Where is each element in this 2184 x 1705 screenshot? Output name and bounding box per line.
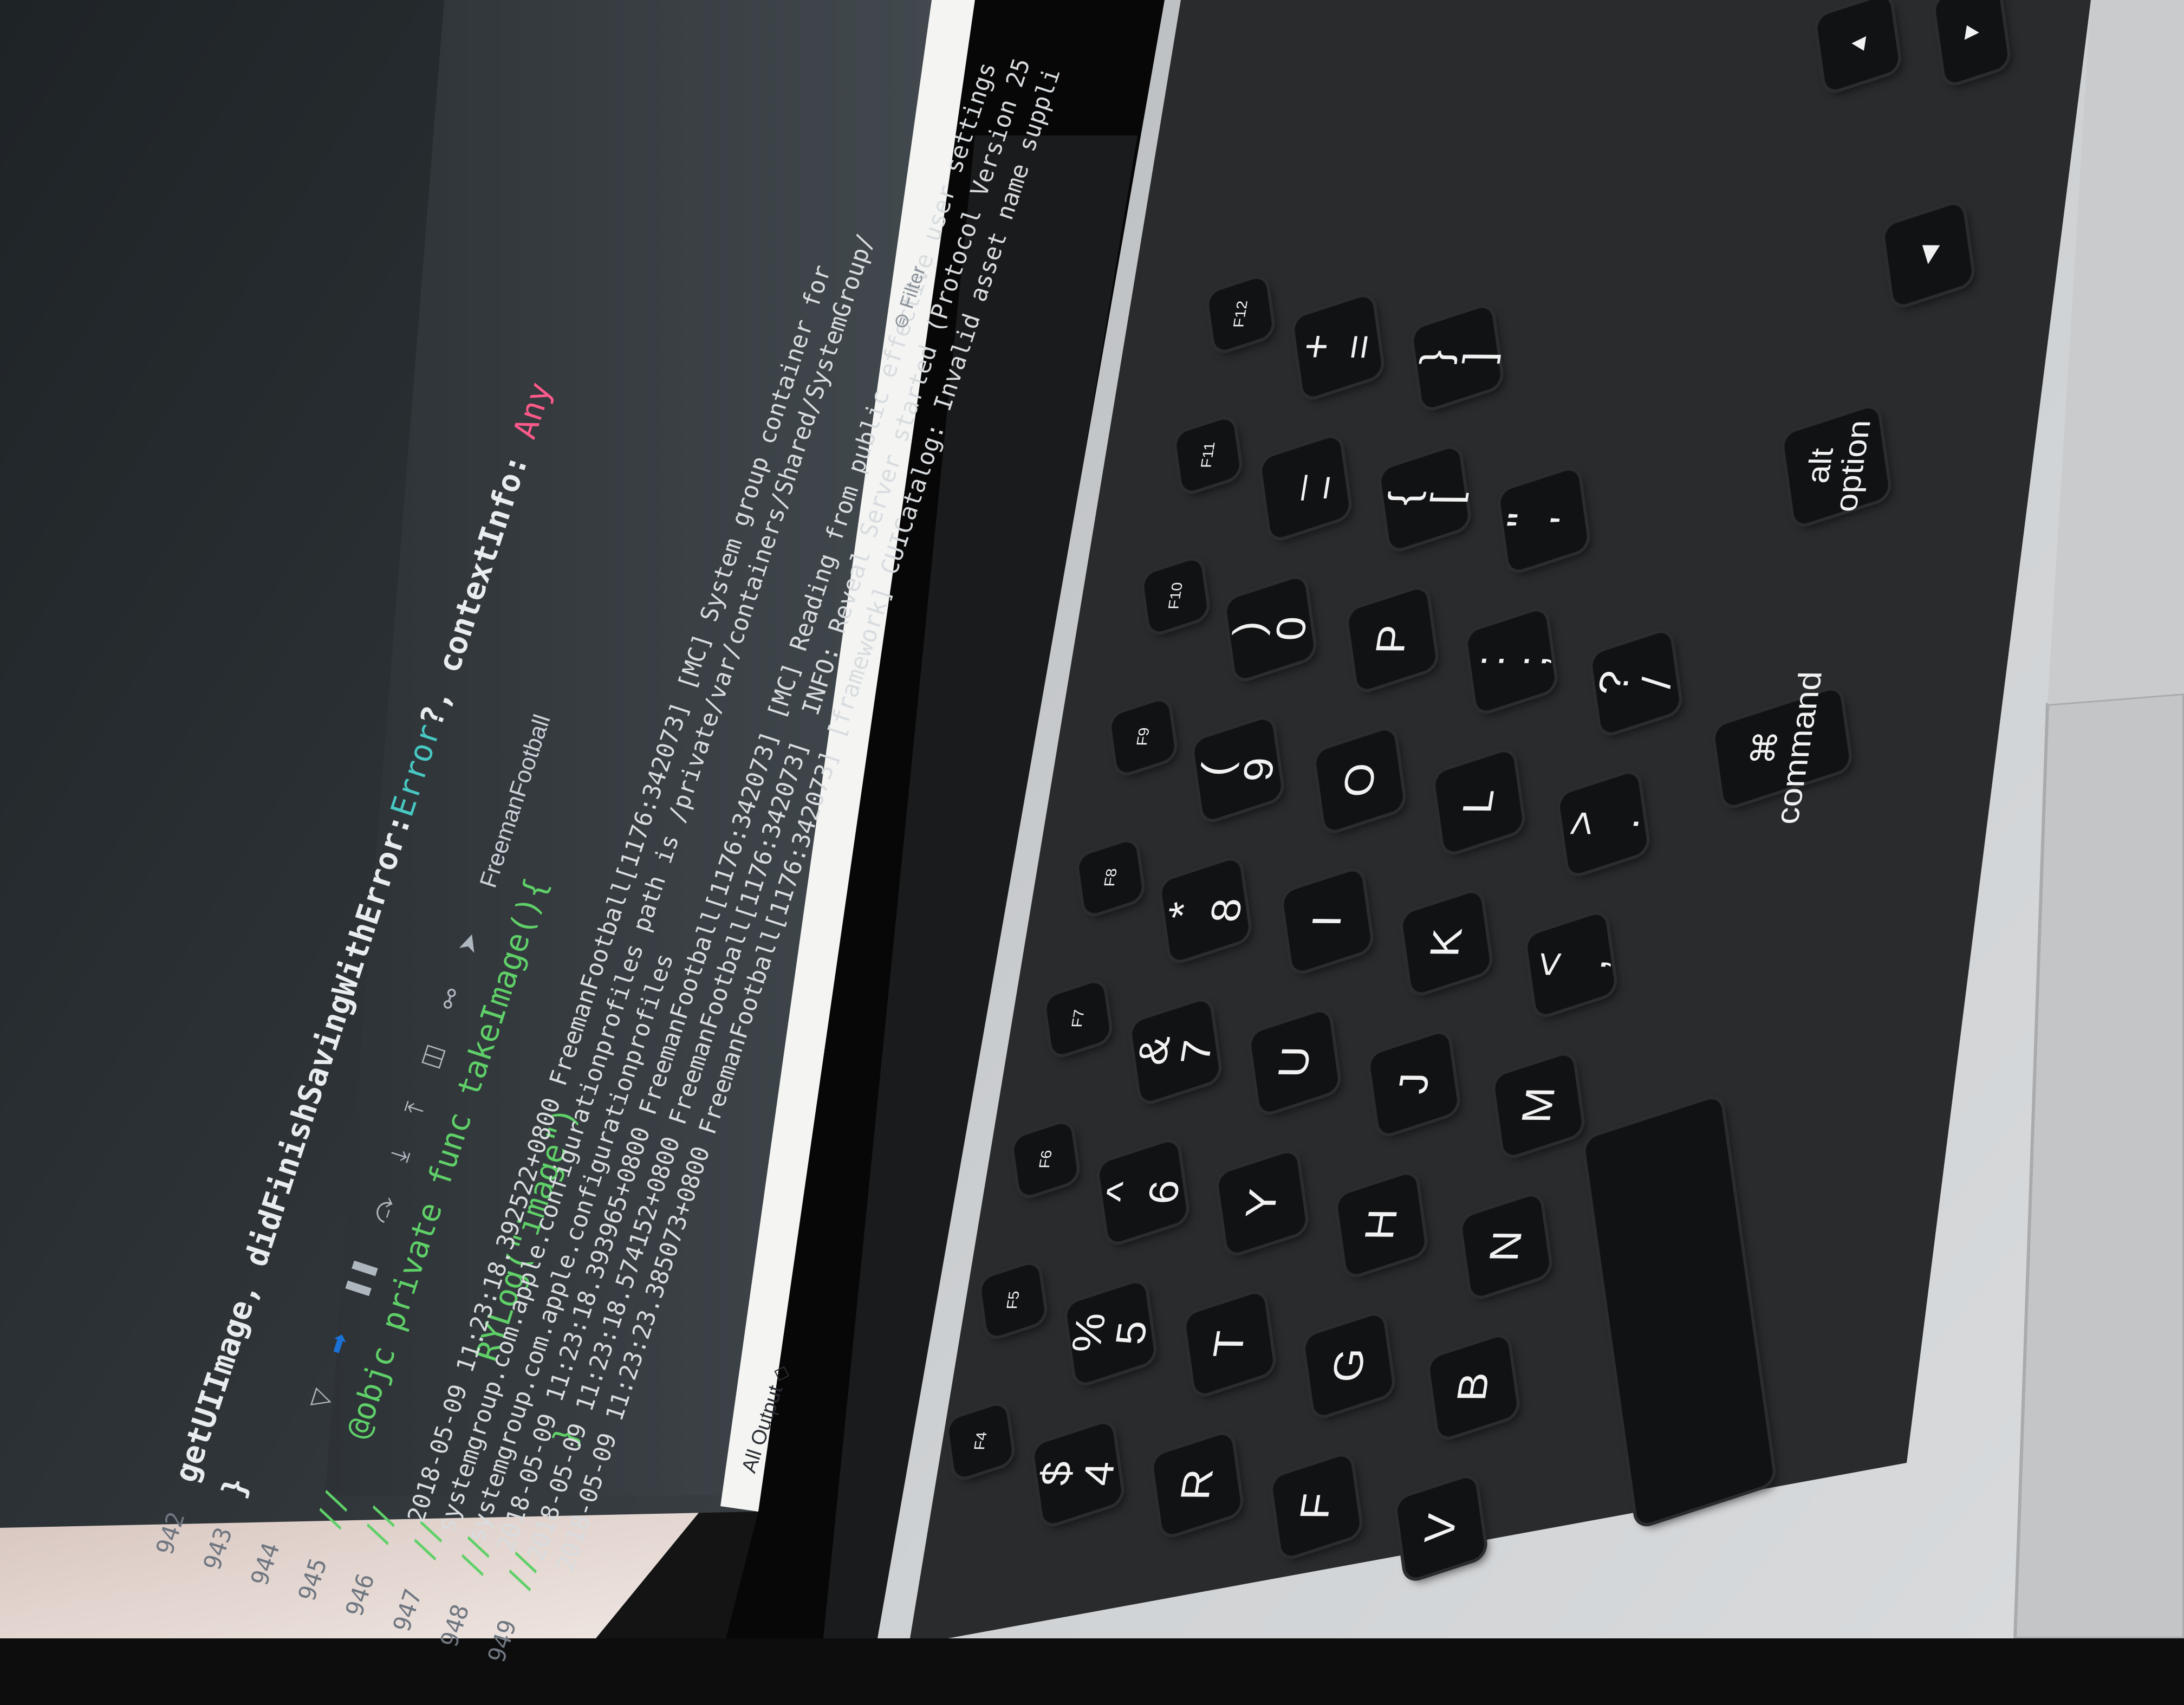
key[interactable]: ▲ xyxy=(1816,0,1900,93)
key[interactable]: : ; xyxy=(1466,608,1556,714)
key-label: $ 4 xyxy=(1031,1461,1124,1487)
key[interactable]: ^ 6 xyxy=(1096,1139,1189,1245)
key[interactable]: ? / xyxy=(1589,630,1681,736)
photo-scene: 942getUIImage, didFinishSavingWithError:… xyxy=(0,0,2184,1666)
key-label: K xyxy=(1420,928,1471,958)
key-label: ( 9 xyxy=(1192,757,1284,782)
key-label: Y xyxy=(1236,1188,1287,1218)
key-label: < , xyxy=(1524,951,1616,977)
key[interactable]: J xyxy=(1369,1030,1459,1137)
key[interactable]: F10 xyxy=(1142,557,1208,635)
key-label: F xyxy=(1290,1492,1341,1520)
key[interactable]: < , xyxy=(1524,911,1616,1017)
key-label: F7 xyxy=(1068,1009,1088,1028)
key[interactable]: O xyxy=(1315,727,1405,833)
key[interactable]: > . xyxy=(1556,770,1648,877)
key-label: F4 xyxy=(971,1431,990,1451)
key-label: ^ 6 xyxy=(1096,1179,1189,1205)
key-label: B xyxy=(1447,1372,1498,1402)
key[interactable]: F7 xyxy=(1045,980,1111,1058)
key[interactable]: { [ xyxy=(1379,445,1470,552)
key[interactable]: " ' xyxy=(1498,467,1589,573)
key[interactable]: } ] xyxy=(1411,304,1502,411)
key[interactable]: $ 4 xyxy=(1031,1421,1124,1527)
key[interactable]: ⌘ command xyxy=(1713,671,1851,825)
key-label: " ' xyxy=(1498,511,1588,528)
key-label: ? / xyxy=(1589,670,1681,695)
key-label: F10 xyxy=(1165,582,1186,610)
key-label: ◀ xyxy=(1914,245,1942,264)
key[interactable]: ) 0 xyxy=(1224,575,1316,682)
key[interactable]: + = xyxy=(1291,294,1384,400)
key-label: } ] xyxy=(1411,349,1502,365)
key-label: L xyxy=(1453,789,1503,814)
key-label: J xyxy=(1388,1072,1438,1095)
key-label: G xyxy=(1322,1348,1374,1383)
key-label: alt option xyxy=(1799,420,1878,513)
key[interactable]: V xyxy=(1396,1475,1486,1581)
key-label: T xyxy=(1204,1330,1254,1358)
key[interactable]: F11 xyxy=(1175,416,1241,494)
key[interactable]: F8 xyxy=(1077,839,1143,917)
laptop-keyboard: $ 4 % 5 ^ 6 & 7 * 8 ( 9 ) 0 _ − + = R T Y U I O P { [ } ]… xyxy=(0,0,2184,1638)
key-label: ⌘ command xyxy=(1744,671,1830,825)
key-label: * 8 xyxy=(1159,898,1251,923)
key-label: _ − xyxy=(1258,475,1351,501)
key[interactable]: F5 xyxy=(980,1261,1046,1339)
key-label: P xyxy=(1366,624,1417,654)
key[interactable]: G xyxy=(1304,1312,1394,1418)
key-label: F8 xyxy=(1101,868,1120,887)
key[interactable]: ( 9 xyxy=(1192,716,1284,822)
key-label: & 7 xyxy=(1128,1036,1221,1066)
key[interactable]: * 8 xyxy=(1159,857,1251,963)
key[interactable]: ▼ xyxy=(1934,0,2010,86)
key[interactable]: ◀ xyxy=(1883,202,1973,308)
key[interactable]: B xyxy=(1428,1334,1518,1440)
key-label: R xyxy=(1171,1468,1223,1501)
key-label: O xyxy=(1333,763,1385,798)
key-label: M xyxy=(1512,1086,1564,1124)
key-label: F12 xyxy=(1230,300,1251,328)
key[interactable]: L xyxy=(1434,749,1524,855)
key-label: I xyxy=(1302,915,1351,928)
key[interactable]: F xyxy=(1271,1453,1361,1559)
key[interactable]: K xyxy=(1401,890,1491,996)
key-label: % 5 xyxy=(1062,1313,1156,1353)
key[interactable]: M xyxy=(1493,1052,1583,1158)
key[interactable]: % 5 xyxy=(1062,1280,1156,1386)
key-label: ▲ xyxy=(1843,31,1873,56)
key[interactable]: H xyxy=(1336,1171,1426,1278)
key[interactable]: I xyxy=(1282,868,1372,974)
key[interactable]: F4 xyxy=(947,1402,1013,1480)
key[interactable]: R xyxy=(1152,1431,1242,1538)
key[interactable]: T xyxy=(1185,1291,1275,1397)
key[interactable]: & 7 xyxy=(1128,998,1221,1104)
key-label: ) 0 xyxy=(1224,616,1316,641)
key[interactable]: U xyxy=(1250,1009,1340,1115)
key[interactable]: alt option xyxy=(1783,405,1890,527)
key-label: + = xyxy=(1291,333,1384,360)
key[interactable]: Y xyxy=(1217,1150,1307,1256)
key[interactable]: F9 xyxy=(1110,698,1176,776)
key[interactable]: F6 xyxy=(1012,1120,1078,1198)
key[interactable]: _ − xyxy=(1258,435,1351,541)
key-label: > . xyxy=(1556,810,1648,837)
key-label: : ; xyxy=(1465,654,1556,667)
key[interactable]: P xyxy=(1347,586,1437,692)
key-label: F9 xyxy=(1133,727,1153,747)
key-label: U xyxy=(1269,1046,1320,1078)
key-label: F5 xyxy=(1003,1291,1023,1310)
key-label: { [ xyxy=(1379,490,1470,506)
key-label: F6 xyxy=(1036,1150,1055,1169)
key-label: ▼ xyxy=(1956,20,1986,45)
key[interactable]: F12 xyxy=(1207,275,1273,353)
key-label: H xyxy=(1355,1208,1407,1241)
key[interactable] xyxy=(1584,1095,1774,1527)
key-label: F11 xyxy=(1198,442,1218,469)
key-label: V xyxy=(1415,1513,1466,1543)
key[interactable]: N xyxy=(1461,1193,1551,1299)
key-label: N xyxy=(1480,1230,1531,1262)
